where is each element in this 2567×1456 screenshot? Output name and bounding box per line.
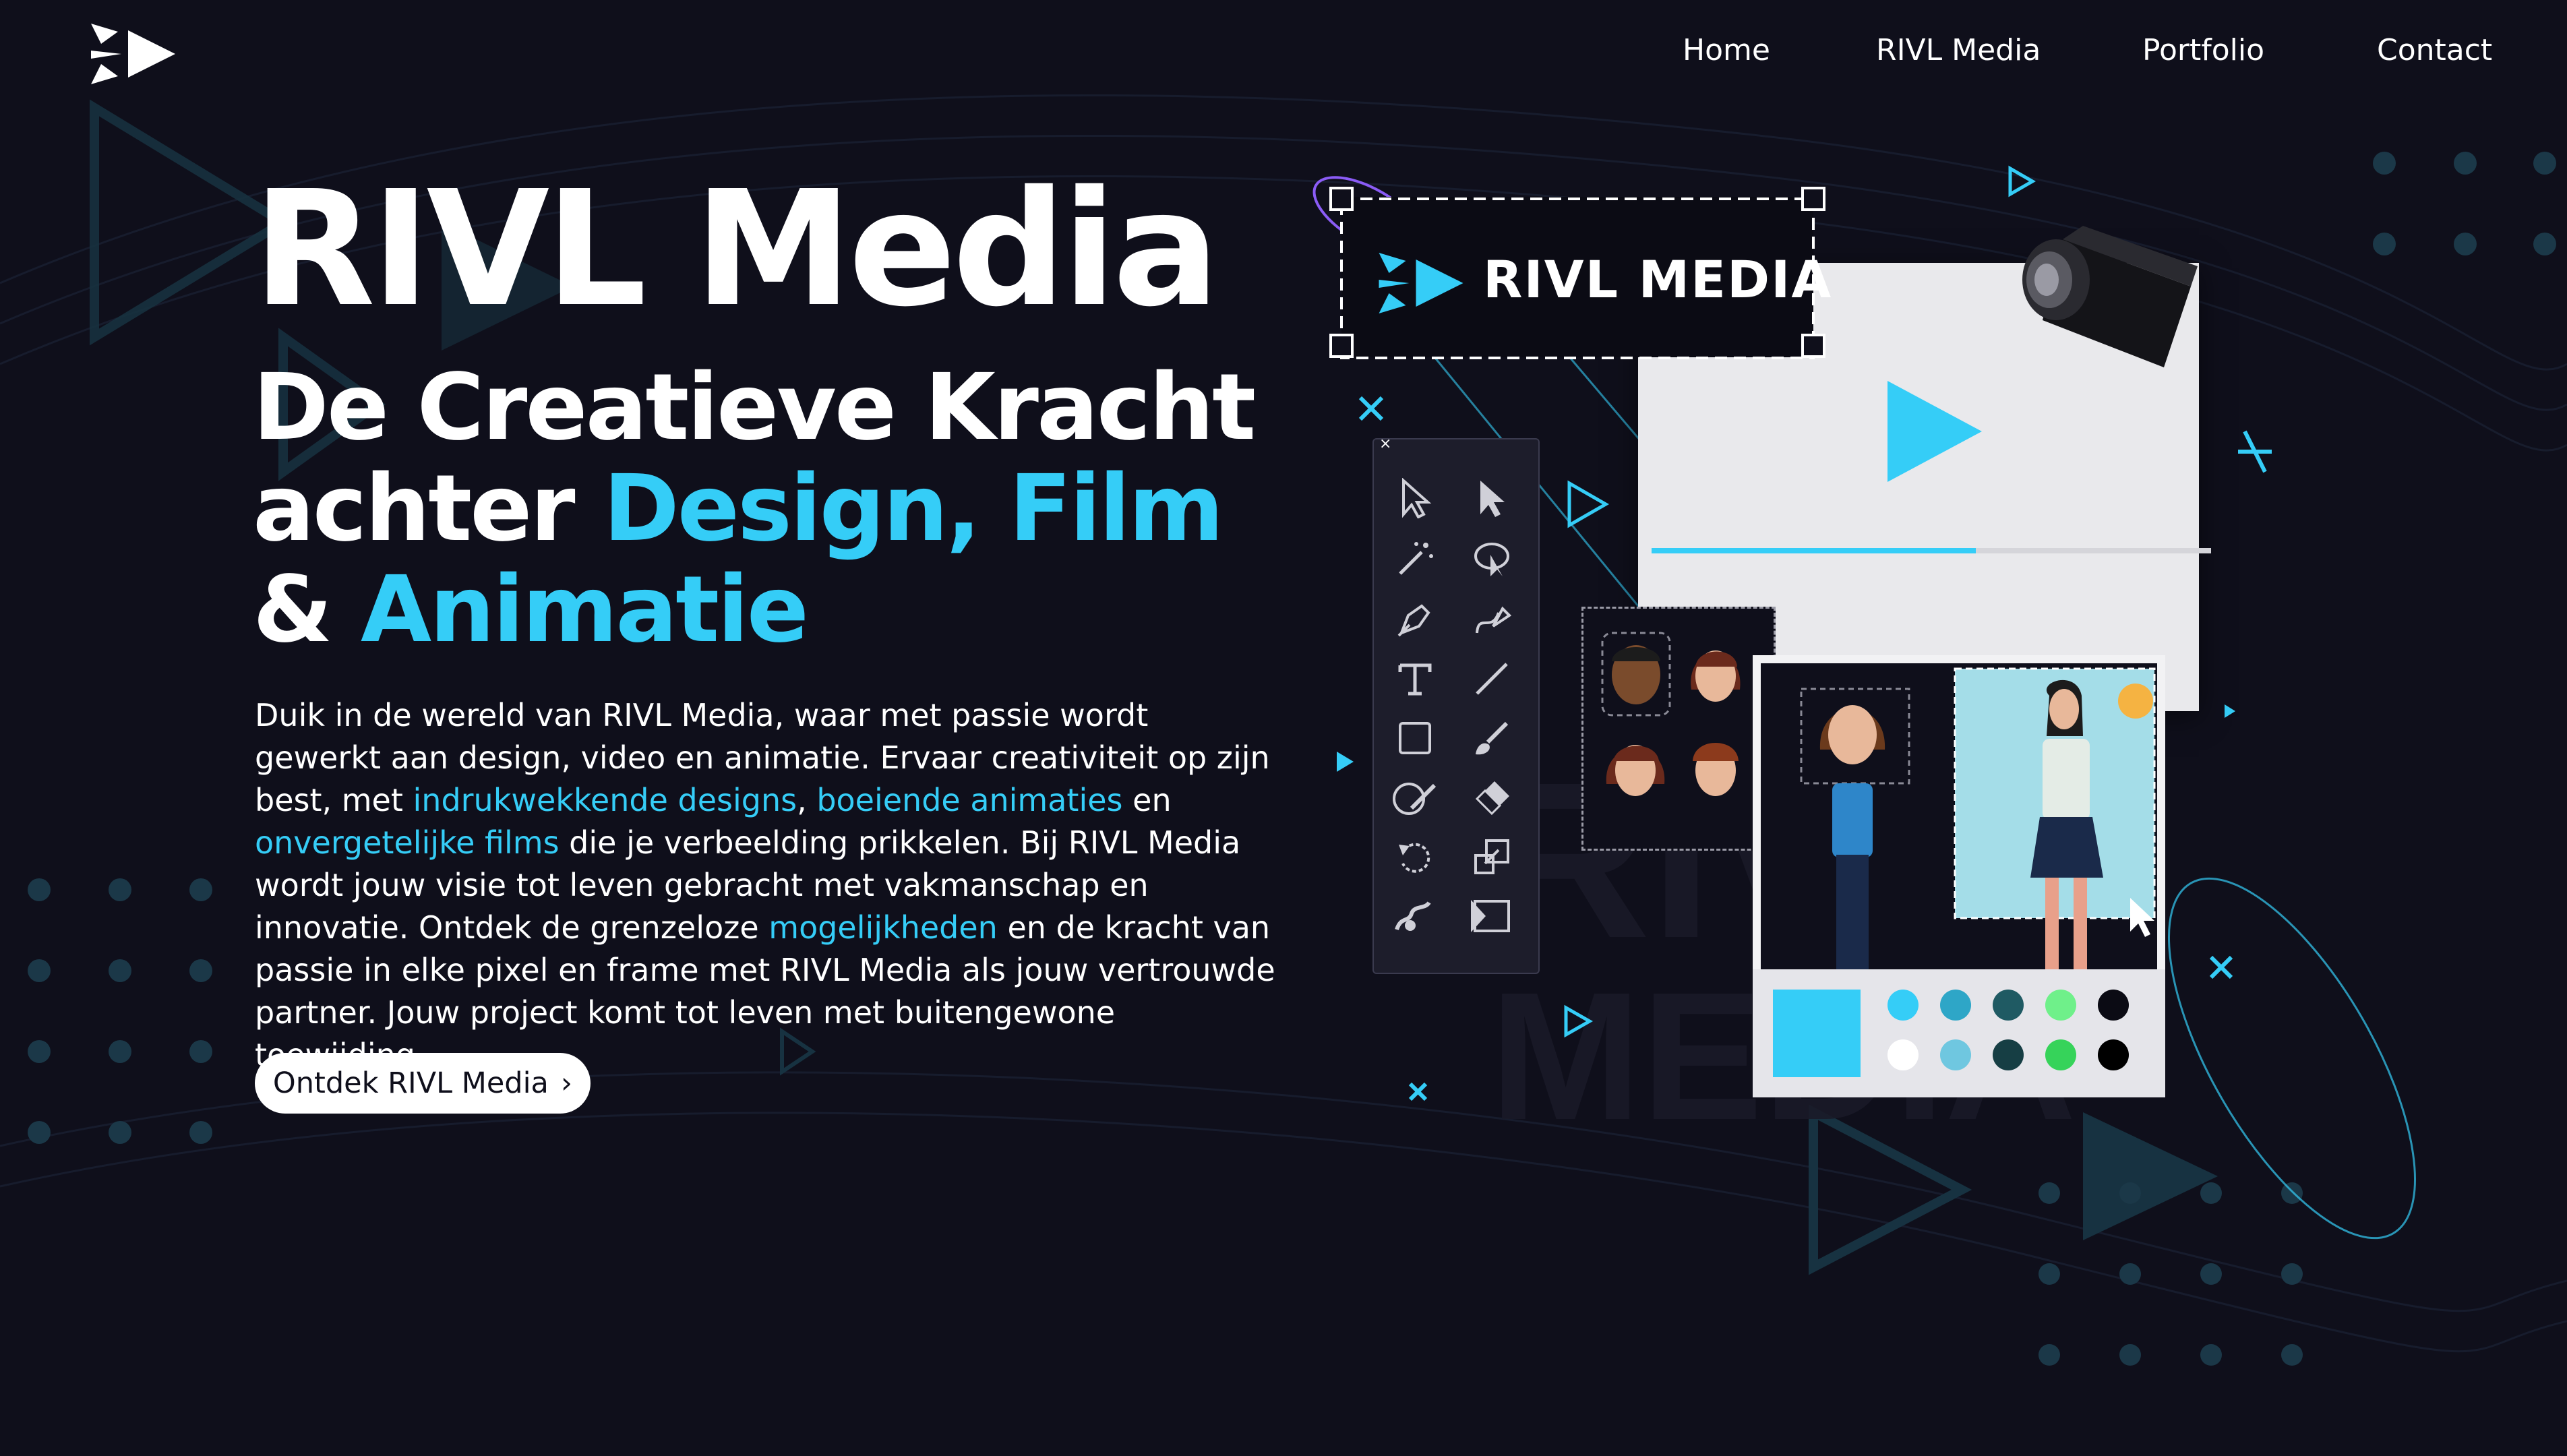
color-swatch[interactable] [1940, 990, 1971, 1021]
lasso-tool-icon[interactable] [1461, 534, 1522, 584]
color-swatch-large[interactable] [1773, 990, 1861, 1077]
play-icon[interactable] [1888, 381, 1982, 482]
video-progress-fill [1652, 548, 1976, 553]
shaper-tool-icon[interactable] [1385, 772, 1445, 822]
chevron-right-icon: › [560, 1066, 573, 1100]
subtitle-ampersand: & [253, 557, 361, 663]
nav-contact[interactable]: Contact [2377, 27, 2492, 74]
hero-subtitle: De Creatieve Kracht achter Design, Film … [253, 357, 1304, 661]
color-swatch[interactable] [2045, 990, 2076, 1021]
color-palette [1753, 969, 2165, 1097]
link-films[interactable]: onvergetelijke films [255, 824, 560, 861]
puppet-warp-tool-icon[interactable] [1385, 891, 1445, 941]
face-avatar-1[interactable] [1612, 645, 1660, 704]
badge-logo-icon [1379, 253, 1463, 313]
hero-description: Duik in de wereld van RIVL Media, waar m… [255, 694, 1279, 1076]
nav-home[interactable]: Home [1683, 27, 1770, 74]
rectangle-tool-icon[interactable] [1385, 713, 1445, 763]
character-faces-panel [1581, 607, 1776, 851]
eraser-tool-icon[interactable] [1461, 772, 1522, 822]
nav-rivl-media[interactable]: RIVL Media [1876, 27, 2041, 74]
description-separator: en [1122, 782, 1172, 818]
cta-ontdek-button[interactable]: Ontdek RIVL Media › [255, 1053, 591, 1114]
scale-tool-icon[interactable] [1461, 832, 1522, 882]
color-swatch[interactable] [1888, 1039, 1919, 1070]
color-swatch[interactable] [1888, 990, 1919, 1021]
close-icon[interactable]: × [1379, 435, 1391, 452]
badge-text: RIVL MEDIA [1483, 249, 1833, 309]
logo-icon [91, 24, 175, 84]
color-swatch[interactable] [2098, 990, 2129, 1021]
selection-tool-icon[interactable] [1385, 473, 1445, 523]
color-swatch[interactable] [1940, 1039, 1971, 1070]
type-tool-icon[interactable] [1385, 654, 1445, 704]
curvature-pen-tool-icon[interactable] [1461, 595, 1522, 644]
brush-tool-icon[interactable] [1461, 713, 1522, 763]
pen-tool-icon[interactable] [1385, 595, 1445, 644]
magic-wand-tool-icon[interactable] [1385, 534, 1445, 584]
color-swatch[interactable] [1993, 990, 2024, 1021]
description-separator: , [797, 782, 817, 818]
logo[interactable] [88, 17, 179, 91]
tools-panel: × [1372, 435, 1540, 974]
subtitle-accent-design-film: Design, Film [603, 456, 1224, 562]
character-stage-panel [1753, 655, 2165, 1097]
subtitle-accent-animatie: Animatie [360, 557, 809, 663]
link-animaties[interactable]: boeiende animaties [816, 782, 1122, 818]
direct-selection-tool-icon[interactable] [1461, 473, 1522, 523]
face-avatar-3[interactable] [1606, 745, 1665, 796]
hero-illustration: RIVL MEDIA × [1281, 148, 2535, 1375]
face-avatar-4[interactable] [1693, 743, 1739, 796]
link-designs[interactable]: indrukwekkende designs [413, 782, 797, 818]
main-navigation: Home RIVL Media Portfolio Contact [1623, 27, 2567, 74]
free-transform-tool-icon[interactable] [1461, 891, 1522, 941]
hero-title: RIVL Media [253, 156, 1220, 342]
nav-portfolio[interactable]: Portfolio [2142, 27, 2264, 74]
color-swatch[interactable] [2098, 1039, 2129, 1070]
color-swatch[interactable] [2045, 1039, 2076, 1070]
color-swatch[interactable] [1993, 1039, 2024, 1070]
rotate-tool-icon[interactable] [1385, 832, 1445, 882]
cta-label: Ontdek RIVL Media [272, 1066, 549, 1100]
camera-icon [2022, 226, 2198, 367]
link-mogelijkheden[interactable]: mogelijkheden [768, 909, 998, 946]
face-avatar-2[interactable] [1691, 650, 1741, 702]
line-tool-icon[interactable] [1461, 654, 1522, 704]
video-progress-bar[interactable] [1652, 546, 2211, 555]
